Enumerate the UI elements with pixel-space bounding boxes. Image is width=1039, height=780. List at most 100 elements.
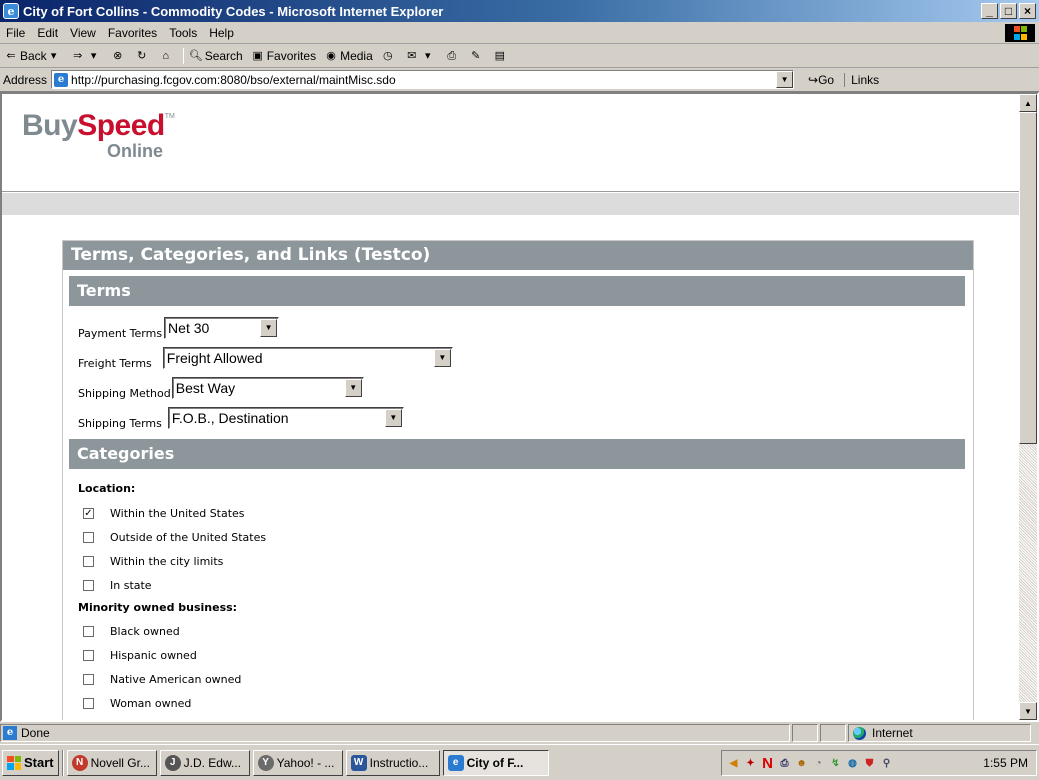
- list-item[interactable]: Woman owned: [83, 697, 191, 710]
- freight-terms-label: Freight Terms: [78, 357, 152, 370]
- volume-icon[interactable]: ◀: [726, 756, 741, 771]
- dropdown-arrow-icon[interactable]: ▾: [87, 49, 101, 63]
- list-item[interactable]: Outside of the United States: [83, 531, 266, 544]
- shipping-method-select[interactable]: Best Way ▼: [171, 376, 364, 399]
- page-title: Terms, Categories, and Links (Testco): [63, 241, 973, 270]
- media-button[interactable]: ◉ Media: [324, 49, 373, 63]
- system-tray: ◀ ✦ N ⎙ ☻ ◔ ↯ ◍ ⛊ ⚲ 1:55 PM: [721, 750, 1037, 776]
- logo-buy: Buy: [22, 109, 78, 142]
- menu-edit[interactable]: Edit: [31, 26, 64, 40]
- menu-file[interactable]: File: [0, 26, 31, 40]
- scroll-up-icon[interactable]: ▲: [1019, 94, 1037, 112]
- menu-tools[interactable]: Tools: [163, 26, 203, 40]
- word-document-icon: W: [350, 754, 367, 771]
- menu-bar: File Edit View Favorites Tools Help: [0, 22, 1039, 44]
- freight-terms-select[interactable]: Freight Allowed ▼: [162, 346, 453, 369]
- taskbar-item-jde[interactable]: J J.D. Edw...: [159, 749, 250, 776]
- location-heading: Location:: [78, 482, 136, 495]
- taskbar-item-word[interactable]: W Instructio...: [345, 749, 440, 776]
- maximize-button[interactable]: □: [1000, 3, 1017, 19]
- scroll-down-icon[interactable]: ▼: [1019, 702, 1037, 720]
- history-button[interactable]: ◷: [381, 49, 397, 63]
- within-us-checkbox[interactable]: ✓: [83, 508, 94, 519]
- payment-terms-row: Payment Terms Net 30 ▼: [78, 315, 280, 340]
- chevron-down-icon[interactable]: ▼: [260, 318, 278, 337]
- in-state-checkbox[interactable]: [83, 580, 94, 591]
- menu-help[interactable]: Help: [203, 26, 240, 40]
- links-button[interactable]: Links: [844, 72, 879, 87]
- search-tray-icon[interactable]: ⚲: [879, 756, 894, 771]
- address-dropdown-icon[interactable]: ▼: [776, 71, 794, 88]
- menu-view[interactable]: View: [64, 26, 102, 40]
- back-label: Back: [20, 48, 47, 63]
- checkbox-label: Native American owned: [110, 673, 242, 686]
- task-label: Yahoo! - ...: [276, 755, 335, 770]
- logo-tm: TM: [164, 113, 175, 120]
- window-title-bar[interactable]: e City of Fort Collins - Commodity Codes…: [0, 0, 1039, 22]
- user-icon[interactable]: ☻: [794, 756, 809, 771]
- clock[interactable]: 1:55 PM: [983, 756, 1028, 770]
- minimize-button[interactable]: _: [981, 3, 998, 19]
- globe-icon: [853, 726, 866, 740]
- scroll-thumb[interactable]: [1019, 112, 1037, 444]
- dropdown-arrow-icon[interactable]: ▾: [421, 49, 435, 63]
- mail-button[interactable]: ✉ ▾: [405, 49, 437, 63]
- sync-icon[interactable]: ↯: [828, 756, 843, 771]
- start-button[interactable]: Start: [2, 749, 59, 776]
- payment-terms-select[interactable]: Net 30 ▼: [164, 316, 280, 339]
- search-button[interactable]: 🔍︎ Search: [189, 49, 243, 63]
- favorites-button[interactable]: ▣ Favorites: [251, 49, 317, 63]
- media-icon: ◉: [326, 49, 336, 62]
- address-url[interactable]: http://purchasing.fcgov.com:8080/bso/ext…: [71, 73, 396, 87]
- back-button[interactable]: ⇐ Back ▾: [4, 49, 63, 63]
- list-item[interactable]: Within the city limits: [83, 555, 223, 568]
- list-item[interactable]: Black owned: [83, 625, 180, 638]
- home-button[interactable]: ⌂: [159, 49, 175, 63]
- address-input[interactable]: e http://purchasing.fcgov.com:8080/bso/e…: [51, 70, 795, 89]
- close-button[interactable]: ×: [1019, 3, 1036, 19]
- list-item[interactable]: ✓ Within the United States: [83, 507, 245, 520]
- forward-button[interactable]: ⇒ ▾: [71, 49, 103, 63]
- refresh-button[interactable]: ↻: [135, 49, 151, 63]
- nav-bar: [2, 193, 1019, 215]
- black-owned-checkbox[interactable]: [83, 626, 94, 637]
- mouse-icon[interactable]: ◔: [811, 756, 826, 771]
- network-icon[interactable]: ✦: [743, 756, 758, 771]
- taskbar-item-novell[interactable]: N Novell Gr...: [66, 749, 157, 776]
- edit-button[interactable]: ✎: [469, 49, 485, 63]
- go-button[interactable]: ↪ Go: [808, 73, 834, 87]
- shield-icon[interactable]: ⛊: [862, 756, 877, 771]
- novell-icon[interactable]: N: [760, 755, 775, 772]
- freight-terms-row: Freight Terms Freight Allowed ▼: [78, 345, 453, 370]
- chevron-down-icon[interactable]: ▼: [384, 408, 402, 427]
- dropdown-arrow-icon[interactable]: ▾: [47, 49, 61, 63]
- checkbox-label: Outside of the United States: [110, 531, 267, 544]
- taskbar-item-yahoo[interactable]: Y Yahoo! - ...: [252, 749, 343, 776]
- payment-terms-value: Net 30: [168, 319, 210, 336]
- payment-terms-label: Payment Terms: [78, 327, 163, 340]
- menu-favorites[interactable]: Favorites: [102, 26, 163, 40]
- shipping-method-label: Shipping Method: [78, 387, 171, 400]
- list-item[interactable]: Hispanic owned: [83, 649, 197, 662]
- native-american-owned-checkbox[interactable]: [83, 674, 94, 685]
- list-item[interactable]: In state: [83, 579, 152, 592]
- search-label: Search: [204, 48, 243, 63]
- page-content: BuySpeedTM Online Terms, Categories, and…: [2, 94, 1019, 720]
- stop-button[interactable]: ⊗: [111, 49, 127, 63]
- chevron-down-icon[interactable]: ▼: [344, 378, 362, 397]
- list-item[interactable]: Native American owned: [83, 673, 241, 686]
- discuss-button[interactable]: ▤: [493, 49, 509, 63]
- chevron-down-icon[interactable]: ▼: [433, 348, 451, 367]
- print-button[interactable]: ⎙: [445, 49, 461, 63]
- hispanic-owned-checkbox[interactable]: [83, 650, 94, 661]
- yahoo-icon: Y: [257, 754, 274, 771]
- globe-tray-icon[interactable]: ◍: [845, 756, 860, 771]
- printer-icon[interactable]: ⎙: [777, 756, 792, 771]
- woman-owned-checkbox[interactable]: [83, 698, 94, 709]
- print-icon: ⎙: [447, 49, 457, 62]
- taskbar-item-ie[interactable]: e City of F...: [442, 749, 549, 776]
- within-city-checkbox[interactable]: [83, 556, 94, 567]
- vertical-scrollbar[interactable]: ▲ ▼: [1019, 94, 1037, 720]
- outside-us-checkbox[interactable]: [83, 532, 94, 543]
- shipping-terms-select[interactable]: F.O.B., Destination ▼: [167, 406, 404, 429]
